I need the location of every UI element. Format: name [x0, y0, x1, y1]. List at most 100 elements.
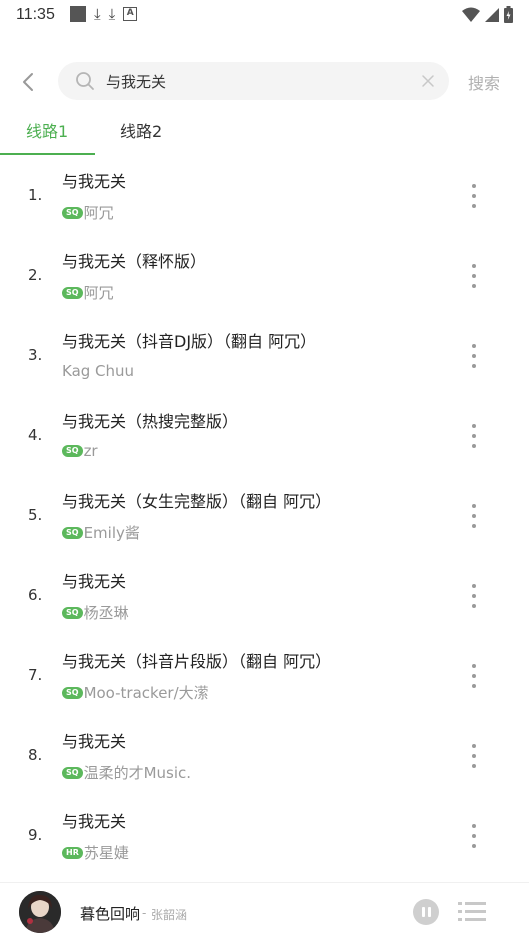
more-options-button[interactable]: [466, 344, 482, 368]
song-index: 2.: [28, 266, 43, 284]
song-title: 与我无关（抖音DJ版）（翻自 阿冗）: [62, 332, 317, 351]
more-options-button[interactable]: [466, 504, 482, 528]
album-cover-image: [19, 891, 61, 933]
more-options-button[interactable]: [466, 184, 482, 208]
song-subtitle: SQ Moo-tracker/大潆: [62, 682, 209, 703]
song-subtitle: SQ 阿冗: [62, 282, 114, 303]
pause-button[interactable]: [413, 899, 439, 925]
song-subtitle: SQ Emily酱: [62, 522, 140, 543]
system-icons: [462, 6, 513, 23]
song-subtitle: SQ 温柔的才Music.: [62, 762, 191, 783]
song-title: 与我无关（抖音片段版）（翻自 阿冗）: [62, 652, 332, 671]
more-icon: [472, 584, 476, 588]
quality-badge: SQ: [62, 606, 83, 619]
song-row[interactable]: 6. 与我无关 SQ 杨丞琳: [0, 556, 529, 636]
song-title: 与我无关: [62, 812, 127, 831]
song-row[interactable]: 5. 与我无关（女生完整版）（翻自 阿冗） SQ Emily酱: [0, 476, 529, 556]
song-index: 6.: [28, 586, 43, 604]
tab-route-2[interactable]: 线路2: [120, 118, 162, 142]
download-icon-2: ⤓: [108, 5, 116, 23]
song-artist: 杨丞琳: [83, 604, 129, 622]
song-title: 与我无关（女生完整版）（翻自 阿冗）: [62, 492, 332, 511]
quality-badge: SQ: [62, 686, 83, 699]
song-title: 与我无关（释怀版）: [62, 252, 207, 271]
song-row[interactable]: 2. 与我无关（释怀版） SQ 阿冗: [0, 236, 529, 316]
clear-icon[interactable]: [421, 74, 435, 88]
queue-icon[interactable]: [458, 901, 486, 923]
song-row[interactable]: 4. 与我无关（热搜完整版） SQ zr: [0, 396, 529, 476]
song-row[interactable]: 1. 与我无关 SQ 阿冗: [0, 156, 529, 236]
song-index: 4.: [28, 426, 43, 444]
more-icon: [472, 504, 476, 508]
more-options-button[interactable]: [466, 424, 482, 448]
song-index: 5.: [28, 506, 43, 524]
search-icon: [76, 72, 94, 90]
song-title: 与我无关: [62, 172, 127, 191]
more-icon: [472, 184, 476, 188]
more-icon: [472, 264, 476, 268]
song-subtitle: Kag Chuu: [62, 362, 134, 380]
song-artist: Kag Chuu: [62, 362, 135, 380]
more-icon: [472, 424, 476, 428]
song-row[interactable]: 3. 与我无关（抖音DJ版）（翻自 阿冗） Kag Chuu: [0, 316, 529, 396]
more-icon: [472, 744, 476, 748]
more-options-button[interactable]: [466, 824, 482, 848]
more-icon: [472, 664, 476, 668]
more-options-button[interactable]: [466, 264, 482, 288]
album-cover[interactable]: [19, 891, 61, 933]
active-tab-indicator: [0, 153, 95, 155]
status-bar: 11:35 ⤓ ⤓ A: [0, 0, 529, 30]
more-options-button[interactable]: [466, 584, 482, 608]
pause-icon: [421, 907, 425, 917]
song-artist: 阿冗: [83, 284, 114, 302]
search-button[interactable]: 搜索: [468, 70, 500, 94]
search-box[interactable]: [58, 62, 449, 100]
song-subtitle: SQ zr: [62, 442, 98, 460]
song-title: 与我无关: [62, 572, 127, 591]
tab-route-1[interactable]: 线路1: [26, 118, 68, 142]
song-title: 与我无关: [62, 732, 127, 751]
song-row[interactable]: 7. 与我无关（抖音片段版）（翻自 阿冗） SQ Moo-tracker/大潆: [0, 636, 529, 716]
quality-badge: SQ: [62, 445, 83, 457]
song-artist: Moo-tracker/大潆: [83, 684, 209, 702]
song-index: 7.: [28, 666, 43, 684]
song-row[interactable]: 9. 与我无关 HR 苏星婕: [0, 796, 529, 876]
song-results-list: 1. 与我无关 SQ 阿冗 2. 与我无关（释怀版） SQ 阿冗 3. 与我无关（抖…: [0, 156, 529, 876]
quality-badge: SQ: [62, 206, 83, 219]
wifi-icon: [462, 7, 480, 22]
more-icon: [472, 824, 476, 828]
song-index: 1.: [28, 186, 43, 204]
quality-badge: SQ: [62, 286, 83, 299]
more-icon: [472, 344, 476, 348]
route-tabs: 线路1 线路2: [0, 112, 529, 156]
now-playing-separator: -: [142, 906, 147, 920]
download-icon: ⤓: [94, 5, 101, 23]
quality-badge: SQ: [62, 766, 83, 779]
song-artist: 温柔的才Music.: [83, 764, 192, 782]
quality-badge: SQ: [62, 526, 83, 539]
song-artist: Emily酱: [83, 524, 140, 542]
song-artist: zr: [83, 442, 98, 460]
song-index: 8.: [28, 746, 43, 764]
song-index: 3.: [28, 346, 43, 364]
search-header: 搜索: [0, 62, 529, 102]
battery-icon: [504, 6, 513, 23]
back-icon: [23, 73, 33, 91]
mini-player[interactable]: 暮色回响 - 张韶涵: [0, 882, 529, 943]
now-playing-title: 暮色回响: [80, 905, 141, 923]
quality-badge: HR: [62, 846, 83, 859]
more-options-button[interactable]: [466, 664, 482, 688]
song-subtitle: SQ 杨丞琳: [62, 602, 129, 623]
back-button[interactable]: [14, 68, 42, 96]
more-options-button[interactable]: [466, 744, 482, 768]
now-playing-artist: 张韶涵: [151, 908, 188, 922]
song-index: 9.: [28, 826, 43, 844]
status-time: 11:35: [16, 6, 55, 23]
notification-square-icon: [70, 6, 86, 22]
search-input[interactable]: [106, 62, 406, 100]
song-subtitle: SQ 阿冗: [62, 202, 114, 223]
song-artist: 苏星婕: [83, 844, 129, 862]
signal-icon: [485, 7, 499, 22]
song-row[interactable]: 8. 与我无关 SQ 温柔的才Music.: [0, 716, 529, 796]
app-notification-icon: A: [123, 7, 138, 21]
